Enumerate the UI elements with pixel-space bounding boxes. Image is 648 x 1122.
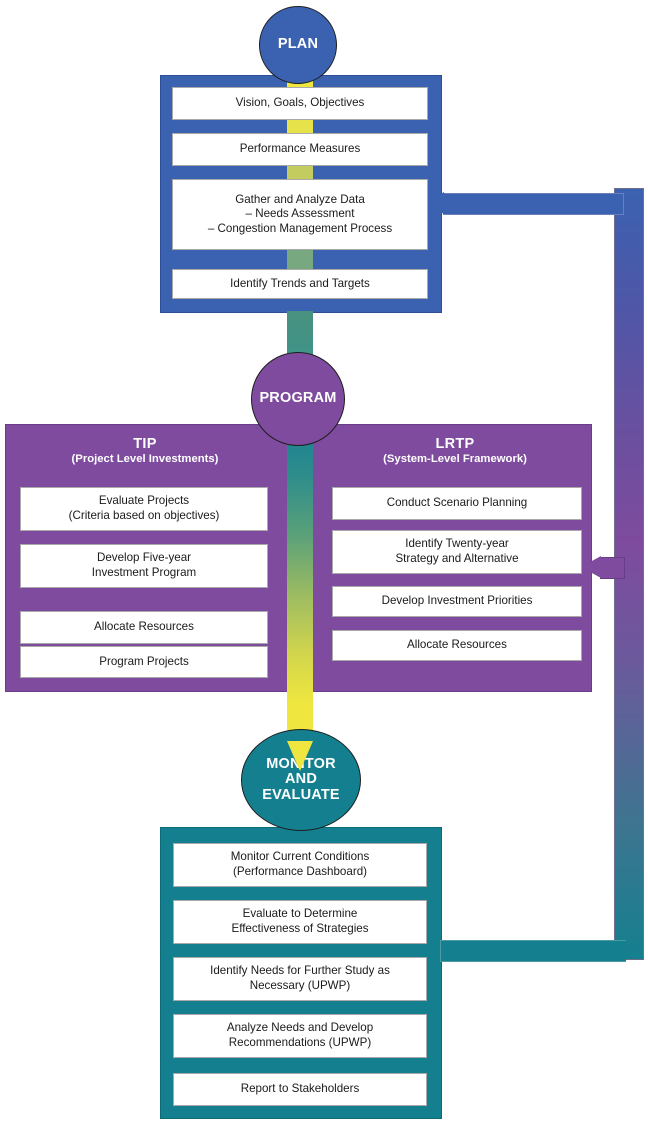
monitor-box-1-line-2: (Performance Dashboard) <box>232 865 367 878</box>
lrtp-box-4[interactable]: Allocate Resources <box>332 630 582 661</box>
tip-box-2-line-2: Investment Program <box>91 566 197 579</box>
lrtp-box-1-line-1: Conduct Scenario Planning <box>386 496 528 510</box>
monitor-box-2-line-1: Evaluate to Determine <box>242 907 358 921</box>
plan-box-1-line-1: Vision, Goals, Objectives <box>235 96 365 110</box>
plan-box-3[interactable]: Gather and Analyze Data – Needs Assessme… <box>172 179 428 250</box>
monitor-box-5-line-1: Report to Stakeholders <box>240 1082 360 1096</box>
connector-arrow-head-monitor <box>287 741 313 771</box>
tip-box-4-line-1: Program Projects <box>99 654 189 668</box>
feedback-bar-monitor-to-spine <box>440 940 626 962</box>
plan-box-1[interactable]: Vision, Goals, Objectives <box>172 87 428 120</box>
monitor-box-2[interactable]: Evaluate to Determine Effectiveness of S… <box>173 900 427 944</box>
tip-subtitle: (Project Level Investments) <box>71 453 219 465</box>
feedback-bar-to-plan <box>443 193 624 215</box>
monitor-box-3-line-1: Identify Needs for Further Study as <box>210 964 390 978</box>
program-stage-circle[interactable]: PROGRAM <box>251 352 345 446</box>
plan-stage-circle[interactable]: PLAN <box>259 6 337 84</box>
plan-box-3-line-2: – Needs Assessment <box>245 207 355 221</box>
plan-box-4-line-1: Identify Trends and Targets <box>230 276 370 290</box>
tip-box-3[interactable]: Allocate Resources <box>20 611 268 644</box>
lrtp-box-3[interactable]: Develop Investment Priorities <box>332 586 582 617</box>
plan-chip-3 <box>287 250 313 269</box>
tip-group-header: TIP (Project Level Investments) <box>20 436 270 465</box>
monitor-circle-label-line-3: EVALUATE <box>262 786 340 803</box>
plan-box-3-line-1: Gather and Analyze Data <box>235 192 365 206</box>
monitor-box-4-line-2: Recommendations (UPWP) <box>228 1036 372 1049</box>
tip-box-4[interactable]: Program Projects <box>20 646 268 678</box>
lrtp-box-2-line-2: Strategy and Alternative <box>395 552 519 565</box>
tip-box-1[interactable]: Evaluate Projects (Criteria based on obj… <box>20 487 268 531</box>
monitor-circle-label-line-2: AND <box>284 771 317 788</box>
lrtp-title: LRTP <box>435 436 475 452</box>
plan-box-2-line-1: Performance Measures <box>239 142 361 156</box>
monitor-box-4-line-1: Analyze Needs and Develop <box>226 1021 374 1035</box>
lrtp-subtitle: (System-Level Framework) <box>383 453 527 465</box>
feedback-bar-to-lrtp <box>600 557 625 579</box>
planning-process-diagram: Vision, Goals, Objectives Performance Me… <box>0 0 648 1122</box>
plan-box-2[interactable]: Performance Measures <box>172 133 428 166</box>
feedback-arrow-head-lrtp <box>581 556 601 578</box>
lrtp-box-2[interactable]: Identify Twenty-year Strategy and Altern… <box>332 530 582 574</box>
tip-box-2[interactable]: Develop Five-year Investment Program <box>20 544 268 588</box>
monitor-box-2-line-2: Effectiveness of Strategies <box>231 922 369 935</box>
tip-box-1-line-1: Evaluate Projects <box>98 494 190 508</box>
connector-program-to-monitor <box>287 436 313 741</box>
tip-box-3-line-1: Allocate Resources <box>94 620 194 634</box>
tip-box-2-line-1: Develop Five-year <box>96 551 192 565</box>
monitor-box-1-line-1: Monitor Current Conditions <box>230 850 370 864</box>
tip-title: TIP <box>133 436 157 452</box>
lrtp-box-1[interactable]: Conduct Scenario Planning <box>332 487 582 520</box>
plan-box-3-line-3: – Congestion Management Process <box>207 221 393 235</box>
monitor-box-3-line-2: Necessary (UPWP) <box>249 979 351 992</box>
tip-box-1-line-2: (Criteria based on objectives) <box>68 509 220 522</box>
lrtp-group-header: LRTP (System-Level Framework) <box>330 436 580 465</box>
lrtp-box-3-line-1: Develop Investment Priorities <box>381 594 533 608</box>
monitor-box-3[interactable]: Identify Needs for Further Study as Nece… <box>173 957 427 1001</box>
program-circle-label: PROGRAM <box>259 390 337 407</box>
monitor-box-5[interactable]: Report to Stakeholders <box>173 1073 427 1106</box>
monitor-box-1[interactable]: Monitor Current Conditions (Performance … <box>173 843 427 887</box>
plan-box-4[interactable]: Identify Trends and Targets <box>172 269 428 299</box>
plan-circle-label: PLAN <box>277 36 319 53</box>
monitor-box-4[interactable]: Analyze Needs and Develop Recommendation… <box>173 1014 427 1058</box>
lrtp-box-4-line-1: Allocate Resources <box>407 638 507 652</box>
lrtp-box-2-line-1: Identify Twenty-year <box>405 537 509 551</box>
